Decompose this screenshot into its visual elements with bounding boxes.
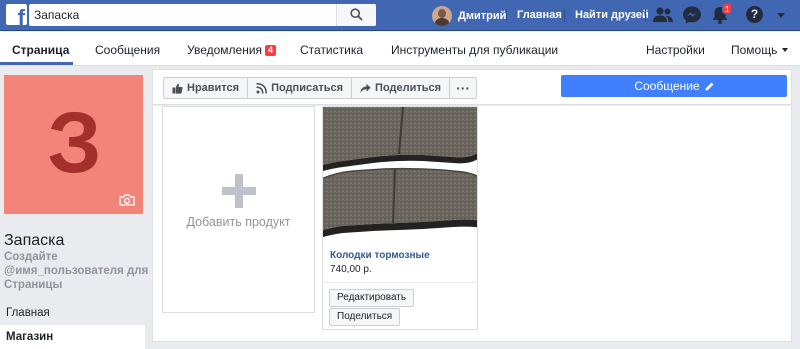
camera-icon[interactable]: [119, 194, 135, 206]
plus-icon: [222, 174, 256, 208]
edit-product-button[interactable]: Редактировать: [329, 289, 415, 307]
messenger-icon[interactable]: [681, 5, 703, 25]
avatar: [432, 5, 452, 26]
add-product-card[interactable]: Добавить продукт: [162, 106, 315, 313]
message-label: Сообщение: [634, 79, 700, 93]
divider: [564, 9, 565, 22]
active-tab-indicator: [0, 62, 73, 65]
tab-help[interactable]: Помощь: [731, 43, 789, 57]
page-title[interactable]: Запаска: [4, 232, 64, 250]
send-message-button[interactable]: Сообщение: [561, 75, 787, 97]
create-username-link[interactable]: Создайте @имя_пользователя для Страницы: [4, 250, 150, 292]
page-profile-picture[interactable]: З: [3, 74, 144, 215]
product-price: 740,00 р.: [330, 264, 372, 275]
page-action-bar: Нравится Подписаться Поделиться ··· Сооб…: [152, 69, 792, 105]
profile-link[interactable]: Дмитрий: [432, 3, 506, 28]
avatar-letter: З: [47, 95, 102, 191]
follow-label: Подписаться: [271, 82, 344, 94]
tab-page[interactable]: Страница: [12, 43, 69, 57]
follow-button[interactable]: Подписаться: [248, 78, 353, 98]
pencil-icon: [705, 82, 714, 90]
tab-notifications[interactable]: Уведомления 4: [187, 43, 277, 57]
more-options-button[interactable]: ···: [450, 78, 476, 98]
action-button-group: Нравится Подписаться Поделиться ···: [163, 77, 478, 99]
product-title-link[interactable]: Колодки тормозные: [330, 250, 430, 261]
thumbs-up-icon: [172, 83, 183, 94]
home-link[interactable]: Главная: [517, 9, 562, 21]
brake-pads-photo: [323, 107, 477, 237]
sidebar-item-home[interactable]: Главная: [0, 301, 145, 325]
search-input[interactable]: [29, 4, 339, 26]
product-card: Колодки тормозные 740,00 р. Редактироват…: [322, 106, 478, 330]
find-friends-link[interactable]: Найти друзей: [575, 9, 649, 21]
tab-help-label: Помощь: [731, 43, 778, 57]
divider: [506, 9, 507, 22]
user-name: Дмитрий: [458, 9, 507, 22]
divider: [323, 282, 477, 283]
tab-statistics[interactable]: Статистика: [300, 43, 363, 57]
search-button[interactable]: [336, 4, 376, 26]
like-button[interactable]: Нравится: [164, 78, 249, 98]
page-tabs-bar: Страница Сообщения Уведомления 4 Статисти…: [0, 32, 800, 66]
notifications-tab-badge: 4: [265, 45, 277, 56]
share-arrow-icon: [360, 83, 371, 93]
product-image[interactable]: [323, 107, 477, 237]
tab-settings[interactable]: Настройки: [646, 43, 705, 57]
help-icon[interactable]: ?: [746, 6, 763, 23]
account-menu-caret-icon[interactable]: [777, 13, 785, 18]
top-navigation-bar: f Дмитрий Главная Найти друзей 1 ?: [0, 0, 800, 31]
friend-requests-icon[interactable]: [652, 5, 674, 25]
share-product-button[interactable]: Поделиться: [329, 308, 401, 326]
divider: [645, 9, 646, 22]
tab-messages[interactable]: Сообщения: [95, 43, 160, 57]
search-icon: [350, 8, 363, 21]
rss-follow-icon: [256, 82, 268, 94]
search-box: [29, 4, 376, 26]
tab-publishing-tools[interactable]: Инструменты для публикации: [391, 43, 558, 57]
share-label: Поделиться: [375, 82, 442, 94]
tab-notifications-label: Уведомления: [187, 43, 263, 57]
like-label: Нравится: [187, 82, 240, 94]
add-product-label: Добавить продукт: [186, 215, 291, 229]
share-button[interactable]: Поделиться: [352, 78, 451, 98]
sidebar-item-shop[interactable]: Магазин: [0, 325, 145, 349]
chevron-down-icon: [782, 48, 789, 52]
facebook-logo-icon[interactable]: f: [6, 4, 27, 25]
notifications-count-badge: 1: [722, 3, 733, 14]
